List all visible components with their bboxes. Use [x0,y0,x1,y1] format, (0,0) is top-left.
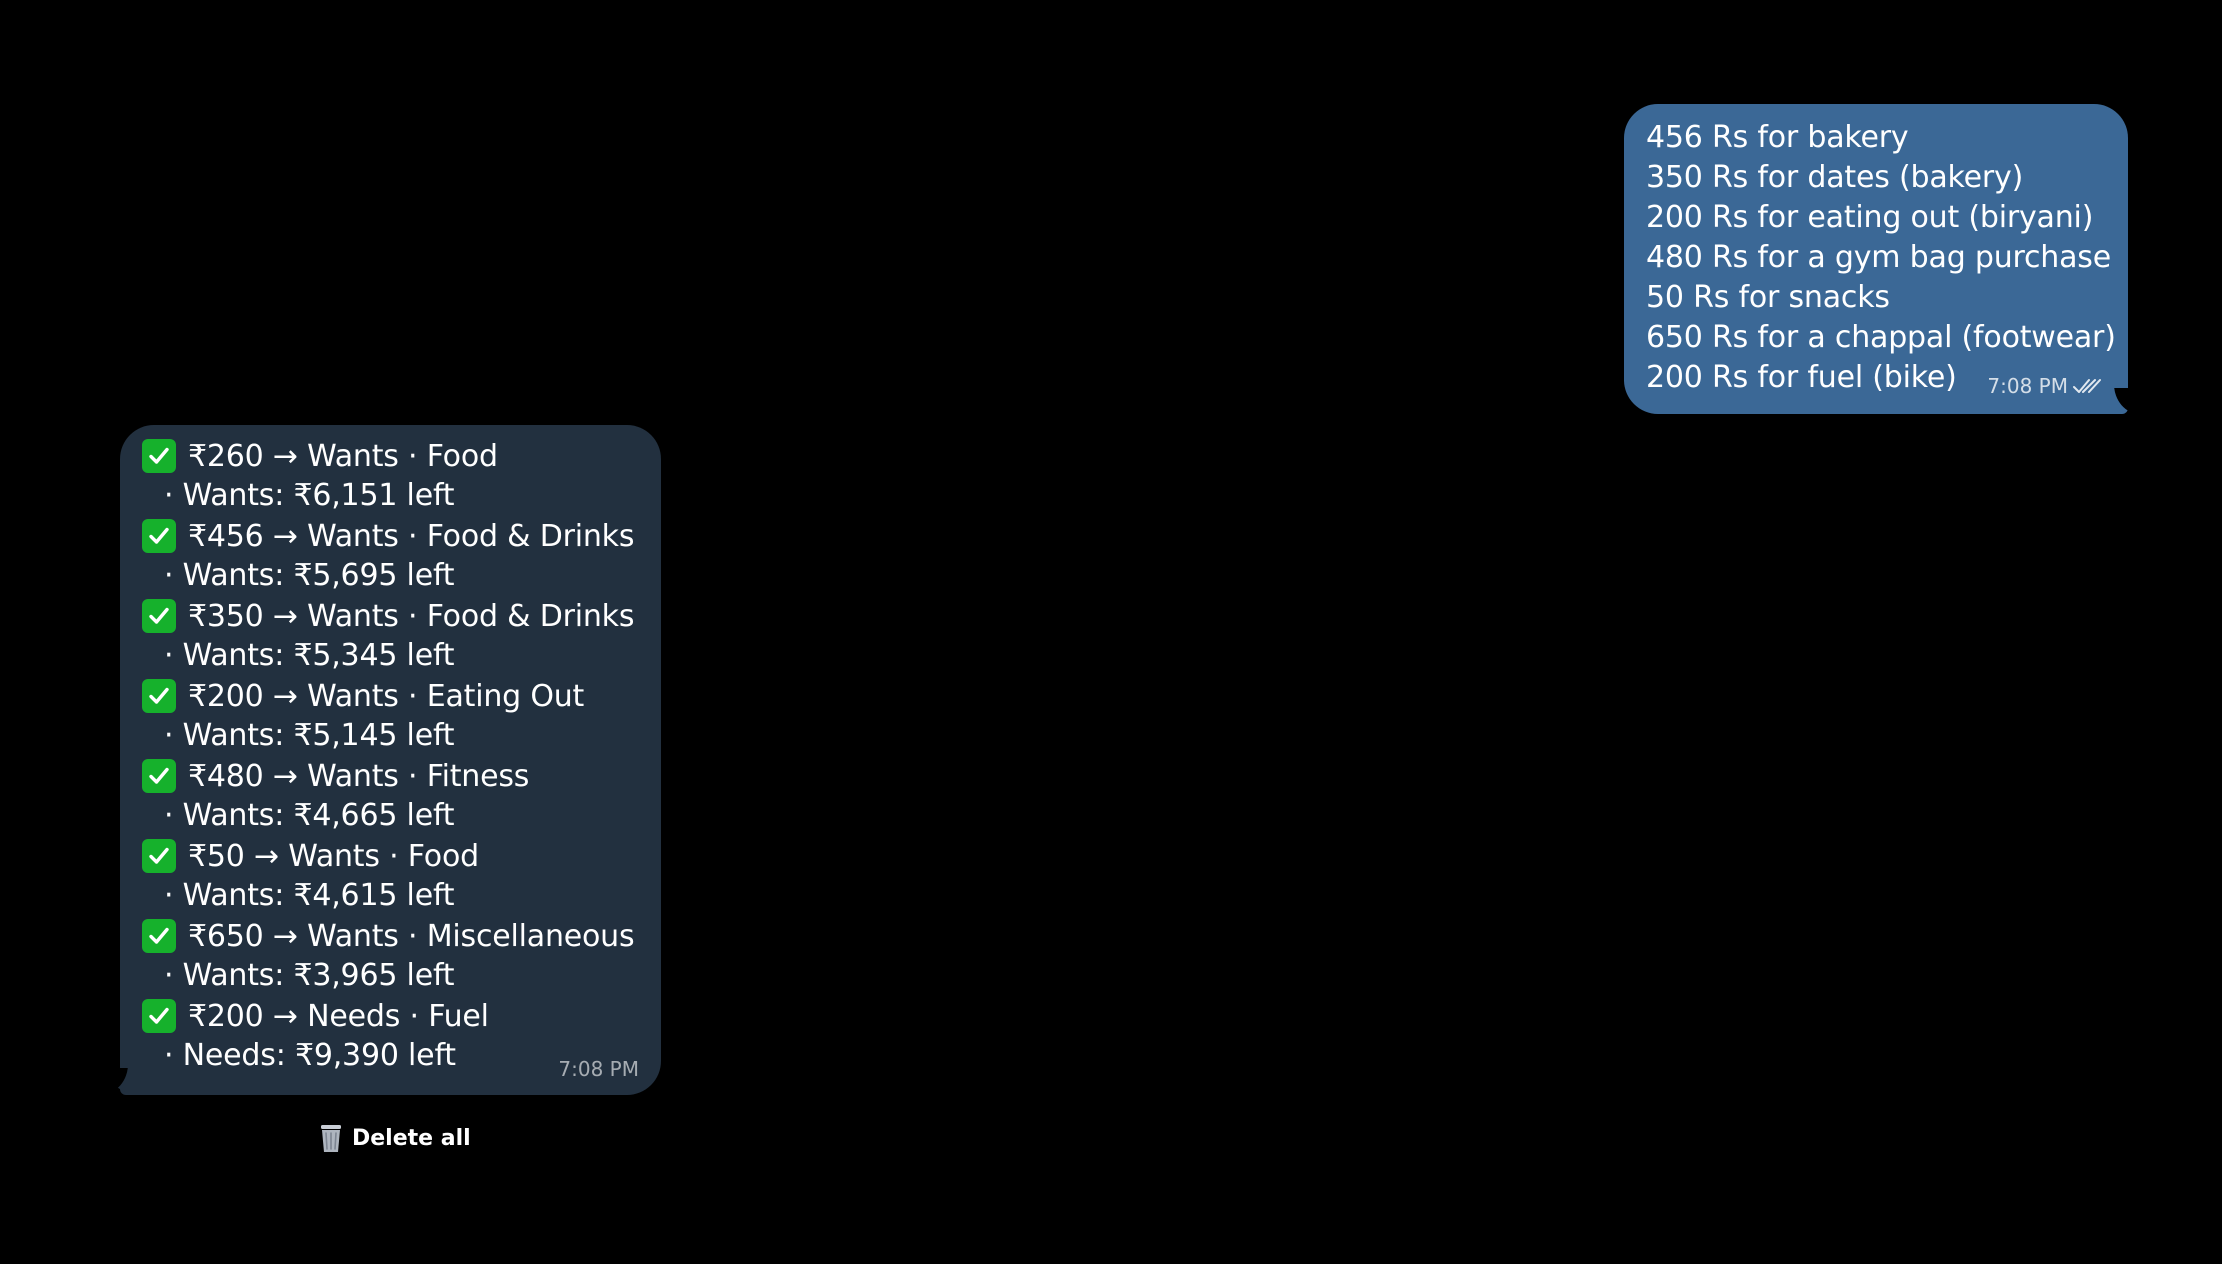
check-mark-button-icon [142,519,176,553]
expense-summary: ₹350 → Wants · Food & Drinks [188,598,635,634]
budget-remaining: · Wants: ₹5,345 left [164,638,455,673]
check-mark-button-icon [142,679,176,713]
expense-summary: ₹650 → Wants · Miscellaneous [188,918,635,954]
message-line: 480 Rs for a gym bag purchase [1646,240,2111,275]
check-mark-button-icon [142,839,176,873]
outgoing-bubble-tail [2112,388,2138,418]
message-line: 350 Rs for dates (bakery) [1646,160,2024,195]
outgoing-message-text: 456 Rs for bakery 350 Rs for dates (bake… [1646,118,2116,398]
incoming-message-bubble[interactable]: ₹260 → Wants · Food · Wants: ₹6,151 left… [120,425,661,1095]
delete-all-label: Delete all [352,1125,471,1151]
message-timestamp: 7:08 PM [558,1057,639,1081]
expense-entry: ₹200 → Wants · Eating Out · Wants: ₹5,14… [142,676,661,756]
check-mark-button-icon [142,999,176,1033]
message-line: 456 Rs for bakery [1646,120,1909,155]
check-mark-button-icon [142,599,176,633]
budget-remaining: · Wants: ₹5,695 left [164,558,455,593]
message-line: 200 Rs for eating out (biryani) [1646,200,2094,235]
check-mark-button-icon [142,759,176,793]
double-check-icon [2072,376,2102,396]
check-mark-button-icon [142,919,176,953]
message-line: 650 Rs for a chappal (footwear) [1646,320,2116,355]
expense-entry: ₹480 → Wants · Fitness · Wants: ₹4,665 l… [142,756,661,836]
expense-summary: ₹200 → Needs · Fuel [188,998,489,1034]
wastebasket-icon [316,1122,346,1154]
budget-remaining: · Wants: ₹4,615 left [164,878,455,913]
budget-remaining: · Wants: ₹4,665 left [164,798,455,833]
delete-all-button[interactable]: Delete all [316,1122,471,1154]
message-timestamp: 7:08 PM [1987,374,2068,398]
budget-remaining: · Wants: ₹6,151 left [164,478,455,513]
expense-entry: ₹50 → Wants · Food · Wants: ₹4,615 left [142,836,661,916]
expense-entry: ₹350 → Wants · Food & Drinks · Wants: ₹5… [142,596,661,676]
expense-summary: ₹456 → Wants · Food & Drinks [188,518,635,554]
check-mark-button-icon [142,439,176,473]
outgoing-message-bubble[interactable]: 456 Rs for bakery 350 Rs for dates (bake… [1624,104,2128,414]
expense-entry: ₹456 → Wants · Food & Drinks · Wants: ₹5… [142,516,661,596]
incoming-bubble-tail [104,1068,130,1098]
expense-summary: ₹200 → Wants · Eating Out [188,678,585,714]
expense-summary: ₹480 → Wants · Fitness [188,758,530,794]
expense-summary: ₹260 → Wants · Food [188,438,498,474]
budget-remaining: · Wants: ₹5,145 left [164,718,455,753]
message-line: 50 Rs for snacks [1646,280,1890,315]
expense-entry: ₹650 → Wants · Miscellaneous · Wants: ₹3… [142,916,661,996]
expense-summary: ₹50 → Wants · Food [188,838,479,874]
budget-remaining: · Wants: ₹3,965 left [164,958,455,993]
outgoing-message-meta: 7:08 PM [1987,374,2102,398]
expense-entry: ₹260 → Wants · Food · Wants: ₹6,151 left [142,436,661,516]
